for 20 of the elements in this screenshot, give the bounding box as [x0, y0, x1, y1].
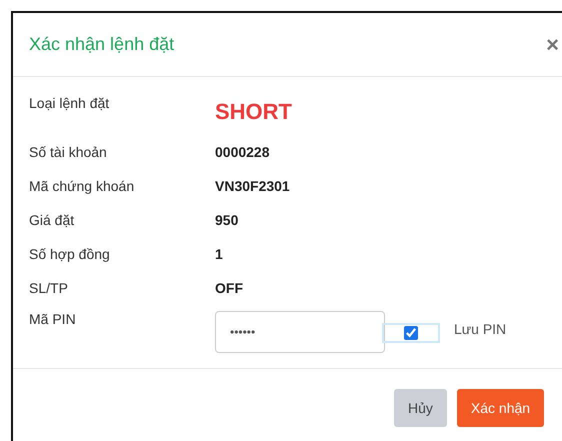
confirm-button[interactable]: Xác nhận	[456, 389, 544, 427]
field-label: Số hợp đồng	[29, 246, 111, 262]
cancel-button[interactable]: Hủy	[394, 389, 447, 427]
field-value: 0000228	[215, 144, 271, 160]
field-value: 950	[215, 212, 240, 228]
field-label: SL/TP	[29, 280, 69, 296]
field-label: Mã PIN	[29, 311, 77, 329]
field-value: VN30F2301	[215, 178, 291, 194]
field-value: SHORT	[215, 99, 293, 125]
pin-field[interactable]: ••••••	[215, 311, 385, 353]
field-value: OFF	[215, 280, 244, 296]
field-label: Giá đặt	[29, 212, 76, 228]
dialog-title: Xác nhận lệnh đặt	[29, 34, 174, 55]
save-pin-checkbox[interactable]	[404, 326, 418, 340]
field-label: Số tài khoản	[29, 144, 108, 160]
checkbox-label: Lưu PIN	[454, 321, 506, 337]
close-button[interactable]: ×	[542, 34, 562, 56]
field-value: 1	[215, 246, 224, 262]
field-label: Mã chứng khoán	[29, 178, 136, 194]
field-label: Loại lệnh đặt	[29, 95, 110, 111]
